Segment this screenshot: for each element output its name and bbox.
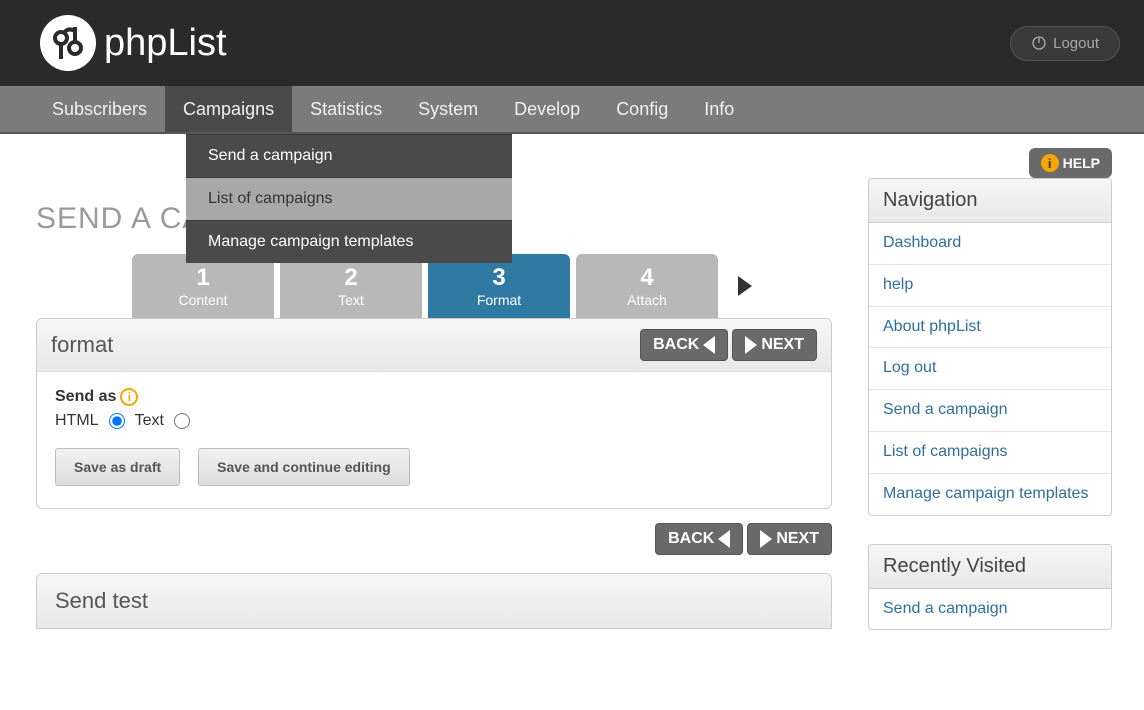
save-continue-button[interactable]: Save and continue editing xyxy=(198,448,409,486)
logout-label: Logout xyxy=(1053,35,1099,52)
recent-link-send-campaign[interactable]: Send a campaign xyxy=(869,589,1111,630)
triangle-right-icon xyxy=(760,530,772,548)
navigation-sidebar: Navigation Dashboard help About phpList … xyxy=(868,178,1112,516)
dropdown-manage-templates[interactable]: Manage campaign templates xyxy=(186,220,512,263)
nav-info[interactable]: Info xyxy=(686,86,752,132)
step-attach[interactable]: 4 Attach xyxy=(576,254,718,318)
option-text-radio[interactable] xyxy=(174,413,190,429)
next-button-top[interactable]: NEXT xyxy=(732,329,817,361)
triangle-left-icon xyxy=(703,336,715,354)
sidebar-link-about[interactable]: About phpList xyxy=(869,306,1111,348)
sidebar-link-help[interactable]: help xyxy=(869,264,1111,306)
wizard-steps: 1 Content 2 Text 3 Format 4 Attach xyxy=(132,254,832,318)
nav-statistics[interactable]: Statistics xyxy=(292,86,400,132)
app-name: phpList xyxy=(104,22,227,65)
step-format[interactable]: 3 Format xyxy=(428,254,570,318)
power-icon xyxy=(1031,35,1047,51)
nav-config[interactable]: Config xyxy=(598,86,686,132)
next-button-bottom[interactable]: NEXT xyxy=(747,523,832,555)
app-header: phpList Logout xyxy=(0,0,1144,86)
sidebar-link-manage-templates[interactable]: Manage campaign templates xyxy=(869,473,1111,515)
wizard-next-arrow-icon[interactable] xyxy=(738,276,752,296)
sidebar-link-send-campaign[interactable]: Send a campaign xyxy=(869,389,1111,431)
dropdown-list-campaigns[interactable]: List of campaigns xyxy=(186,177,512,220)
nav-subscribers[interactable]: Subscribers xyxy=(34,86,165,132)
sidebar-link-dashboard[interactable]: Dashboard xyxy=(869,223,1111,264)
logout-button[interactable]: Logout xyxy=(1010,26,1120,61)
triangle-left-icon xyxy=(718,530,730,548)
nav-develop[interactable]: Develop xyxy=(496,86,598,132)
navigation-title: Navigation xyxy=(869,179,1111,223)
sidebar-link-list-campaigns[interactable]: List of campaigns xyxy=(869,431,1111,473)
step-content[interactable]: 1 Content xyxy=(132,254,274,318)
step-text[interactable]: 2 Text xyxy=(280,254,422,318)
send-as-label: Send as i xyxy=(55,388,813,406)
nav-system[interactable]: System xyxy=(400,86,496,132)
option-text-label: Text xyxy=(135,412,164,430)
logo-icon xyxy=(40,15,96,71)
info-icon: i xyxy=(1041,154,1059,172)
help-button[interactable]: i HELP xyxy=(1029,148,1112,178)
back-button-top[interactable]: BACK xyxy=(640,329,728,361)
save-draft-button[interactable]: Save as draft xyxy=(55,448,180,486)
app-logo: phpList xyxy=(40,15,227,71)
recently-visited-sidebar: Recently Visited Send a campaign xyxy=(868,544,1112,631)
panel-title: format xyxy=(51,332,113,358)
campaigns-dropdown: Send a campaign List of campaigns Manage… xyxy=(186,134,512,263)
recently-visited-title: Recently Visited xyxy=(869,545,1111,589)
back-button-bottom[interactable]: BACK xyxy=(655,523,743,555)
info-icon[interactable]: i xyxy=(120,388,138,406)
send-test-panel-title: Send test xyxy=(36,573,832,629)
sidebar-link-logout[interactable]: Log out xyxy=(869,347,1111,389)
dropdown-send-campaign[interactable]: Send a campaign xyxy=(186,134,512,177)
triangle-right-icon xyxy=(745,336,757,354)
option-html-radio[interactable] xyxy=(109,413,125,429)
nav-campaigns[interactable]: Campaigns xyxy=(165,86,292,132)
format-panel: format BACK NEXT Send as i xyxy=(36,318,832,509)
help-label: HELP xyxy=(1063,155,1100,171)
main-nav: Subscribers Campaigns Statistics System … xyxy=(0,86,1144,134)
option-html-label: HTML xyxy=(55,412,99,430)
